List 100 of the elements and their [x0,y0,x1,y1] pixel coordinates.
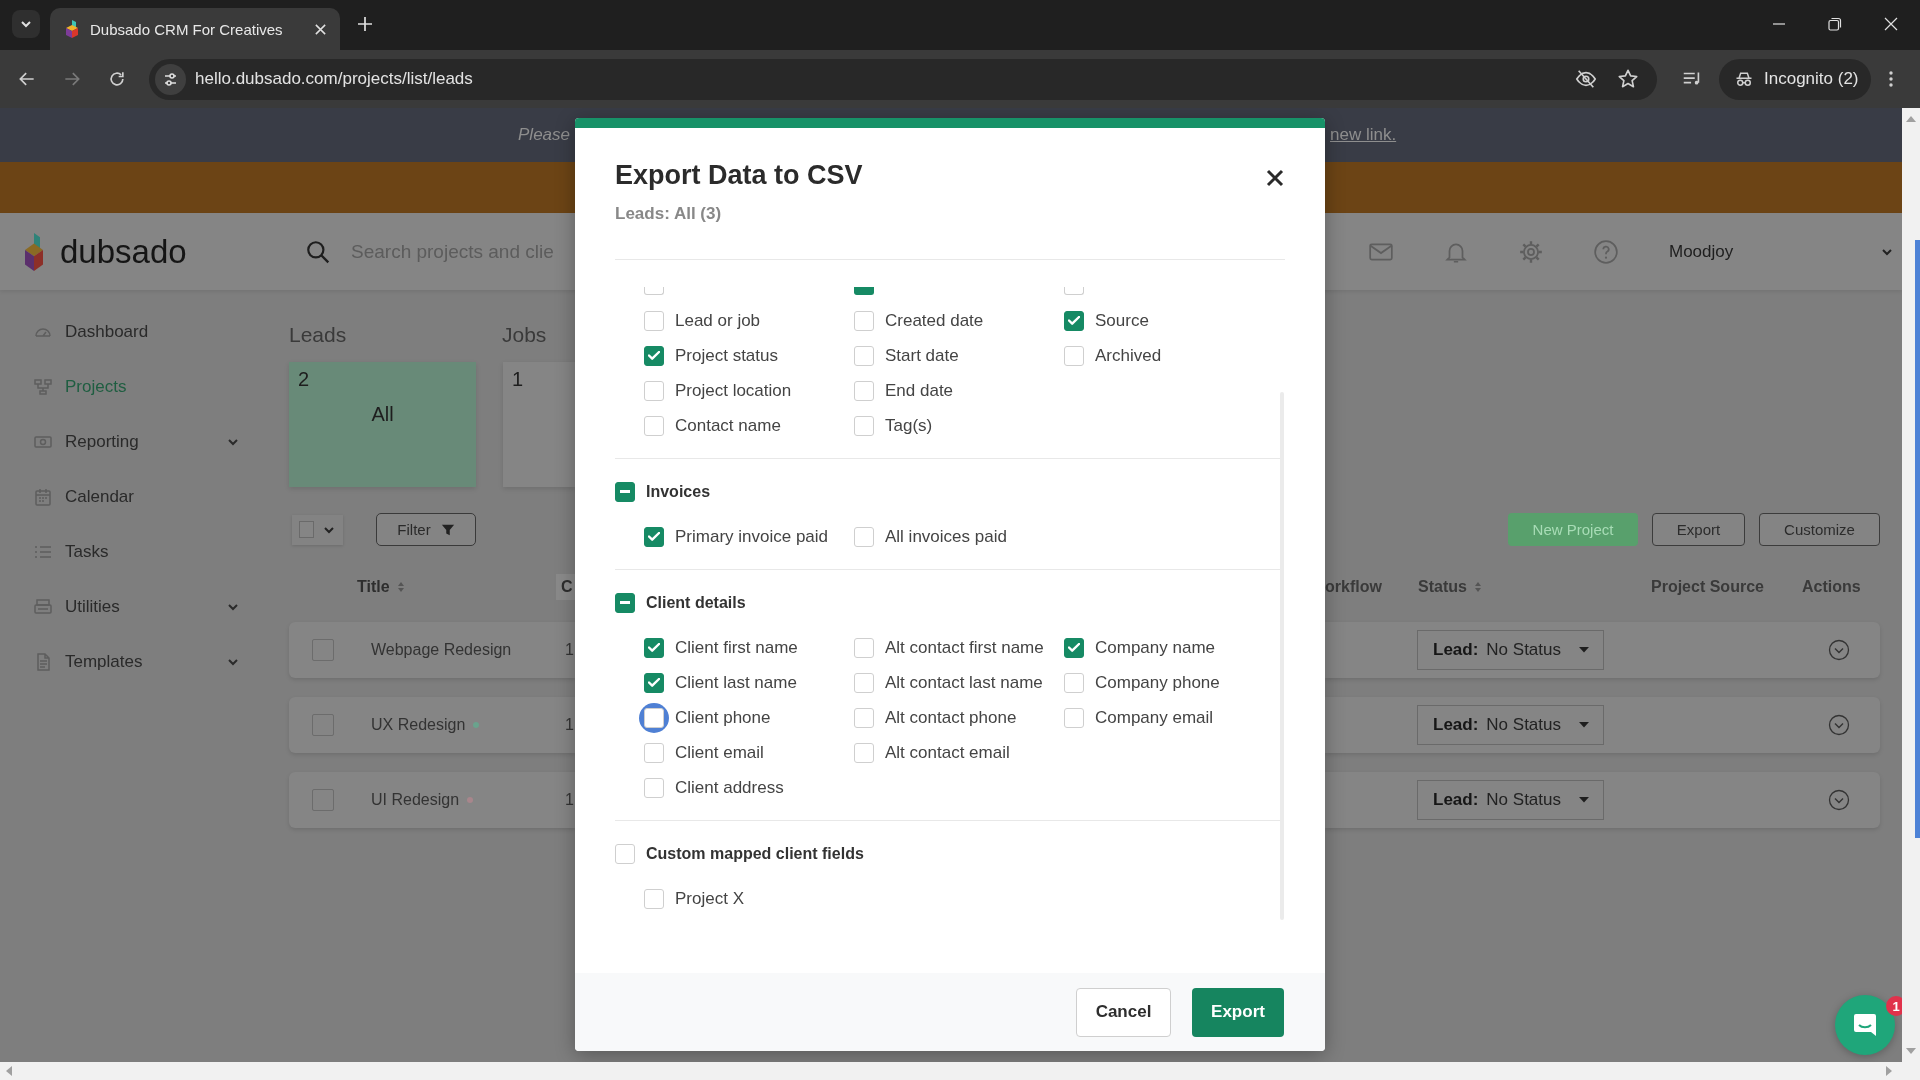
help-icon[interactable] [1593,238,1619,265]
checkbox[interactable] [644,345,664,366]
option-label[interactable]: Project X [675,888,744,909]
project-title[interactable]: Webpage Redesign [371,641,512,659]
checkbox[interactable] [854,287,874,295]
option-label[interactable]: End date [885,380,954,401]
option-label[interactable]: Client phone [675,707,771,728]
user-name[interactable]: Moodjoy [1669,241,1734,262]
settings-icon[interactable] [1518,238,1544,265]
option-label[interactable]: Tag(s) [885,415,933,436]
column-header[interactable]: Status [1418,574,1651,600]
scrollbar-thumb[interactable] [1915,240,1920,838]
option-label[interactable]: Alt contact first name [885,637,1044,658]
checkbox[interactable] [644,637,664,658]
option-label[interactable]: Client first name [675,637,798,658]
sort-icon[interactable] [396,581,405,593]
sidebar-item[interactable]: Calendar [0,469,260,524]
option-label[interactable]: Client email [675,742,764,763]
chevron-circle-icon[interactable] [1828,639,1850,661]
option-label[interactable]: Company phone [1095,672,1220,693]
project-title[interactable]: UX Redesign [371,716,466,734]
option-label[interactable]: Project location [675,380,792,401]
restore-icon[interactable] [1828,17,1842,31]
project-row[interactable]: Lead: No Status [1325,772,1880,828]
scroll-left-icon[interactable] [6,1066,12,1076]
address-bar[interactable]: hello.dubsado.com/projects/list/leads [149,58,1657,100]
checkbox[interactable] [1064,310,1084,331]
option-label[interactable]: Client address [675,777,784,798]
eye-slash-icon[interactable] [1575,68,1597,90]
checkbox[interactable] [644,526,664,547]
option-label[interactable]: Alt contact last name [885,672,1043,693]
checkbox[interactable] [312,639,334,661]
more-options-icon[interactable] [1888,71,1893,87]
toolbar-button[interactable]: Customize [1759,513,1880,546]
project-row[interactable]: Lead: No Status [1325,622,1880,678]
cancel-button[interactable]: Cancel [1076,987,1171,1037]
search-icon[interactable] [305,238,331,265]
section-title[interactable]: Client details [646,593,746,612]
sidebar-item[interactable]: Templates [0,634,260,689]
option-label[interactable]: Client last name [675,672,797,693]
section-title[interactable]: Invoices [646,482,711,501]
column-header[interactable]: Title [357,574,405,600]
project-row[interactable]: UX Redesign 1 [289,697,575,753]
column-header[interactable]: orkflow [1325,574,1418,600]
option-label[interactable]: All invoices paid [885,526,1007,547]
scroll-down-icon[interactable] [1906,1048,1916,1054]
chevron-circle-icon[interactable] [1828,714,1850,736]
option-label[interactable]: Alt contact phone [885,707,1017,728]
option-label[interactable]: Project status [675,345,778,366]
select-all-dropdown[interactable] [292,514,343,545]
scrollbar[interactable] [0,1062,1920,1080]
option-label[interactable]: Created date [885,310,984,331]
export-button[interactable]: Export [1192,987,1284,1037]
reload-icon[interactable] [107,69,127,89]
checkbox[interactable] [1064,637,1084,658]
status-dropdown[interactable]: Lead: No Status [1417,780,1604,820]
banner-link[interactable]: new link. [1330,125,1397,145]
section-checkbox[interactable] [615,481,635,502]
option-label[interactable]: Alt contact email [885,742,1010,763]
profile-button[interactable]: Incognito (2) [1719,58,1871,100]
section-checkbox[interactable] [615,592,635,613]
close-icon[interactable] [1266,169,1284,187]
chat-button[interactable] [1835,995,1895,1055]
sidebar-item[interactable]: Tasks [0,524,260,579]
column-header[interactable]: Actions [1802,574,1902,600]
option-label[interactable]: Start date [885,345,959,366]
project-row[interactable]: UI Redesign 1 [289,772,575,828]
sidebar-item[interactable]: Utilities [0,579,260,634]
filter-button[interactable]: Filter [376,513,476,546]
option-label[interactable]: Primary invoice paid [675,526,829,547]
tab-list-button[interactable] [12,10,40,38]
scrollbar[interactable] [1902,108,1920,1062]
pipeline-card[interactable]: 2 All [289,362,476,487]
project-row[interactable]: Webpage Redesign 1 [289,622,575,678]
site-settings-icon[interactable] [155,63,186,95]
option-label[interactable]: Company name [1095,637,1215,658]
chevron-circle-icon[interactable] [1828,789,1850,811]
pipeline-card[interactable]: 1 [503,362,575,487]
sidebar-item[interactable]: Reporting [0,414,260,469]
checkbox[interactable] [299,521,314,538]
toolbar-button[interactable]: Export [1652,513,1745,546]
option-label[interactable]: Company email [1095,707,1214,728]
sort-icon[interactable] [1473,581,1482,593]
scroll-right-icon[interactable] [1886,1066,1892,1076]
project-row[interactable]: Lead: No Status [1325,697,1880,753]
scroll-up-icon[interactable] [1906,116,1916,122]
section-title[interactable]: Custom mapped client fields [646,844,864,863]
browser-tab[interactable]: Dubsado CRM For Creatives [50,8,340,50]
option-label[interactable]: Source [1095,310,1149,331]
checkbox[interactable] [312,714,334,736]
status-dropdown[interactable]: Lead: No Status [1417,705,1604,745]
checkbox[interactable] [312,789,334,811]
sidebar-item[interactable]: Dashboard [0,304,260,359]
status-dropdown[interactable]: Lead: No Status [1417,630,1604,670]
star-icon[interactable] [1617,68,1639,90]
new-tab-icon[interactable] [357,16,373,32]
column-header[interactable]: C [556,574,575,600]
option-label[interactable]: Lead or job [675,310,761,331]
project-title[interactable]: UI Redesign [371,791,460,809]
option-label[interactable]: Archived [1095,345,1162,366]
